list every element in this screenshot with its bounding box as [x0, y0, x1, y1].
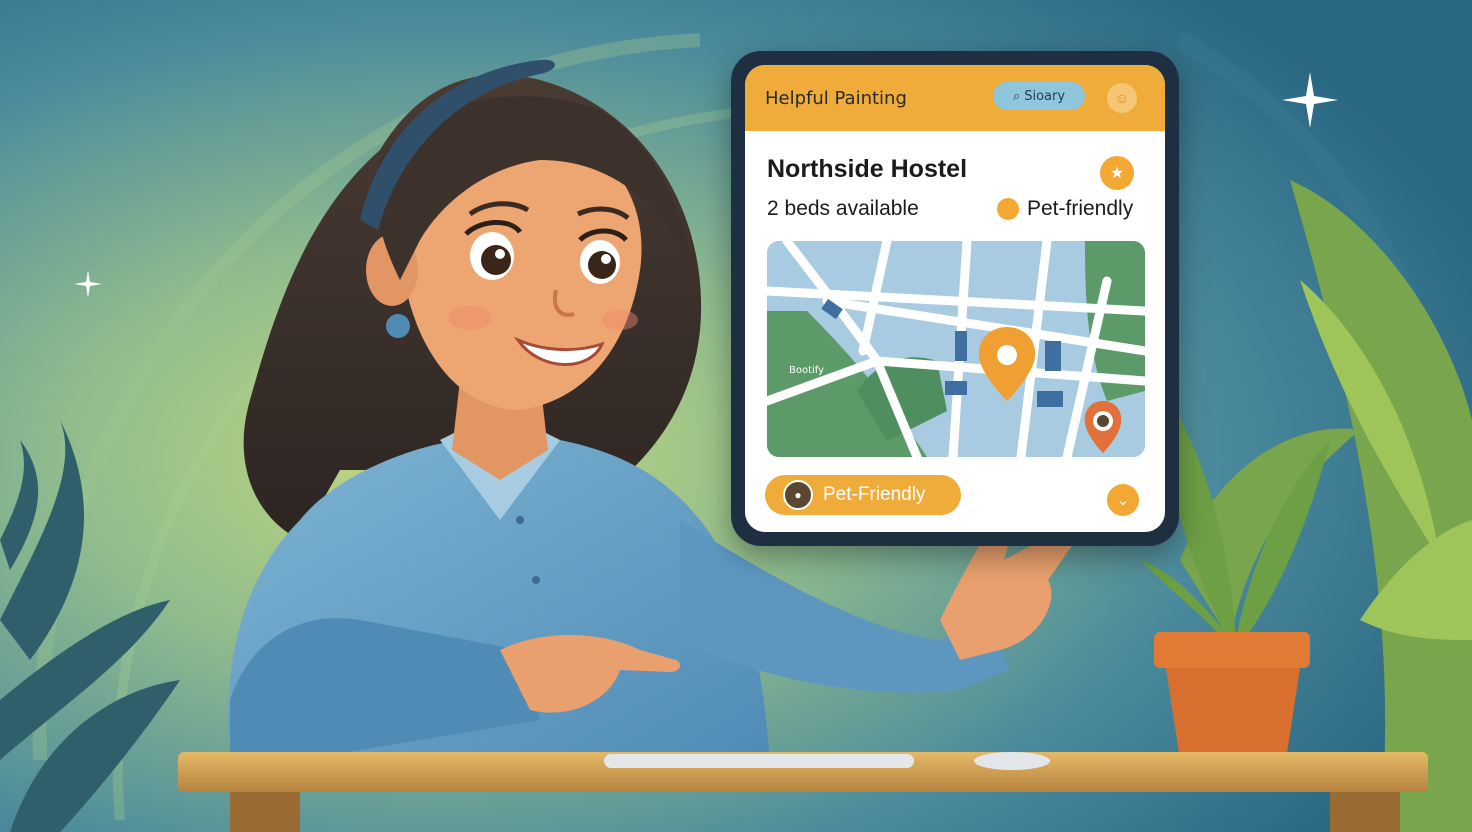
- expand-button[interactable]: ⌄: [1107, 484, 1139, 516]
- favorite-button[interactable]: ★: [1100, 156, 1134, 190]
- profile-icon: ☺: [1114, 90, 1130, 106]
- map-graphic: Bootify: [767, 241, 1145, 457]
- tablet-screen: Helpful Painting ⌕ Sioary ☺ Northside Ho…: [745, 65, 1165, 532]
- profile-button[interactable]: ☺: [1107, 83, 1137, 113]
- tablet-device: Helpful Painting ⌕ Sioary ☺ Northside Ho…: [731, 51, 1179, 546]
- bed-availability: 2 beds available: [767, 197, 919, 220]
- pet-tag-label: Pet-friendly: [1027, 197, 1134, 220]
- app-header: Helpful Painting ⌕ Sioary ☺: [745, 65, 1165, 131]
- favorite-icon: ★: [1109, 165, 1125, 182]
- map-view[interactable]: Bootify: [767, 241, 1145, 457]
- pet-friendly-tag: Pet-friendly: [997, 197, 1133, 221]
- app-title: Helpful Painting: [765, 88, 907, 109]
- search-button[interactable]: ⌕ Sioary: [993, 82, 1085, 110]
- pet-tag-dot-icon: [997, 198, 1019, 220]
- listing-title: Northside Hostel: [767, 155, 968, 183]
- pet-friendly-button[interactable]: ● Pet-Friendly: [765, 475, 961, 515]
- dog-avatar-icon: ●: [783, 480, 813, 510]
- chevron-down-icon: ⌄: [1116, 492, 1130, 509]
- search-icon: ⌕: [1012, 88, 1021, 104]
- map-district-label: Bootify: [789, 365, 824, 376]
- search-button-label: Sioary: [1024, 88, 1066, 104]
- pet-friendly-button-label: Pet-Friendly: [823, 484, 926, 505]
